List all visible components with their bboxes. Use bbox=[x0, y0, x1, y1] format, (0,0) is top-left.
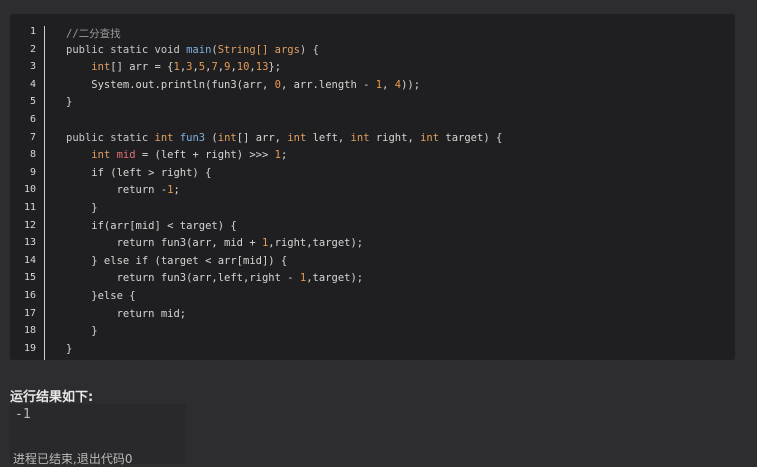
code-line: } bbox=[66, 343, 502, 361]
code-line: return -1; bbox=[66, 184, 502, 202]
code-token: [] arr, bbox=[236, 131, 288, 144]
code-token: ,target); bbox=[306, 272, 364, 285]
code-line: return fun3(arr,left,right - 1,target); bbox=[66, 272, 502, 290]
code-line: public static int fun3 (int[] arr, int l… bbox=[66, 132, 502, 150]
code-token: target) { bbox=[439, 131, 503, 144]
code-token: 13 bbox=[255, 61, 269, 74]
code-line: System.out.println(fun3(arr, 0, arr.leng… bbox=[66, 79, 502, 97]
code-token: }; bbox=[268, 61, 282, 74]
code-token: [] arr = { bbox=[110, 61, 174, 74]
code-token: = (left + right) >>> bbox=[135, 149, 275, 162]
code-token: return fun3(arr,left,right - bbox=[66, 272, 300, 285]
code-token: if (left > right) { bbox=[66, 166, 212, 179]
code-token: int bbox=[91, 149, 111, 162]
code-token: public static bbox=[66, 131, 155, 144]
code-token: 10 bbox=[236, 61, 250, 74]
line-number: 15 bbox=[23, 272, 36, 284]
code-token: ; bbox=[280, 149, 288, 162]
line-number: 2 bbox=[29, 43, 36, 55]
code-token: //二分查找 bbox=[66, 28, 121, 40]
code-line: if (left > right) { bbox=[66, 167, 502, 185]
code-token: } bbox=[66, 325, 98, 338]
code-token: String[] args bbox=[217, 43, 300, 56]
code-token: fun3 bbox=[179, 131, 206, 144]
line-number: 14 bbox=[23, 254, 36, 266]
code-line: } bbox=[66, 325, 502, 343]
code-line: //二分查找 bbox=[66, 26, 502, 44]
line-number: 9 bbox=[29, 166, 36, 178]
code-token: ,right,target); bbox=[268, 237, 364, 250]
code-token: System.out.println(fun3(arr, bbox=[66, 78, 275, 91]
code-line: if(arr[mid] < target) { bbox=[66, 220, 502, 238]
line-number: 5 bbox=[29, 96, 36, 108]
code-line: } bbox=[66, 202, 502, 220]
line-number: 3 bbox=[29, 61, 36, 73]
code-token: return - bbox=[66, 184, 168, 197]
code-token: } bbox=[66, 96, 73, 109]
result-heading: 运行结果如下: bbox=[10, 390, 94, 405]
code-line: return mid; bbox=[66, 308, 502, 326]
code-line: return fun3(arr, mid + 1,right,target); bbox=[66, 237, 502, 255]
code-lines: //二分查找 public static void main(String[] a… bbox=[66, 26, 502, 360]
line-number: 8 bbox=[29, 149, 36, 161]
line-numbers: 1 2 3 4 5 6 7 8 9 10 11 12 13 14 15 16 17 18 19 bbox=[10, 26, 45, 361]
line-number: 19 bbox=[23, 342, 36, 354]
code-line: int[] arr = {1,3,5,7,9,10,13}; bbox=[66, 61, 502, 79]
code-token: ; bbox=[173, 184, 180, 197]
code-token: left, bbox=[306, 131, 351, 144]
output-console: -1 进程已结束,退出代码0 bbox=[10, 404, 186, 466]
code-token: main bbox=[186, 43, 212, 56]
line-number: 13 bbox=[23, 237, 36, 249]
output-value: -1 bbox=[15, 407, 31, 422]
exit-message: 进程已结束,退出代码0 bbox=[13, 452, 133, 466]
code-token: mid bbox=[116, 149, 136, 162]
line-number: 12 bbox=[23, 219, 36, 231]
code-line: }else { bbox=[66, 290, 502, 308]
code-token: } bbox=[66, 342, 73, 355]
code-line: int mid = (left + right) >>> 1; bbox=[66, 149, 502, 167]
code-token: int bbox=[420, 131, 440, 144]
line-number: 7 bbox=[29, 131, 36, 143]
code-token: return mid; bbox=[66, 307, 187, 320]
line-number: 17 bbox=[23, 307, 36, 319]
line-number: 18 bbox=[23, 325, 36, 337]
code-token: int bbox=[154, 131, 174, 144]
code-token: }else { bbox=[66, 289, 136, 302]
code-token: int bbox=[217, 131, 237, 144]
code-block: 1 2 3 4 5 6 7 8 9 10 11 12 13 14 15 16 17 18 19 //二分查找 publ… bbox=[10, 14, 735, 361]
line-number: 6 bbox=[29, 113, 36, 125]
code-token: , arr.length - bbox=[280, 78, 376, 91]
code-line: } else if (target < arr[mid]) { bbox=[66, 255, 502, 273]
code-token: int bbox=[350, 131, 370, 144]
code-token: int bbox=[91, 61, 111, 74]
line-number: 16 bbox=[23, 289, 36, 301]
code-token: } else if (target < arr[mid]) { bbox=[66, 254, 288, 267]
line-number: 11 bbox=[23, 201, 36, 213]
line-number: 1 bbox=[29, 26, 36, 37]
line-number: 4 bbox=[29, 78, 36, 90]
code-token: ( bbox=[205, 131, 218, 144]
code-token: } bbox=[66, 201, 98, 214]
code-token: ) { bbox=[299, 43, 319, 56]
code-token: return fun3(arr, mid + bbox=[66, 237, 262, 250]
line-number: 10 bbox=[23, 184, 36, 196]
code-line: } bbox=[66, 96, 502, 114]
code-line: public static void main(String[] args) { bbox=[66, 44, 502, 62]
code-token: public static void bbox=[66, 43, 187, 56]
code-token: if(arr[mid] < target) { bbox=[66, 219, 237, 232]
code-token: right, bbox=[369, 131, 421, 144]
code-token: int bbox=[287, 131, 307, 144]
code-token: , bbox=[382, 78, 395, 91]
code-token: )); bbox=[401, 78, 421, 91]
